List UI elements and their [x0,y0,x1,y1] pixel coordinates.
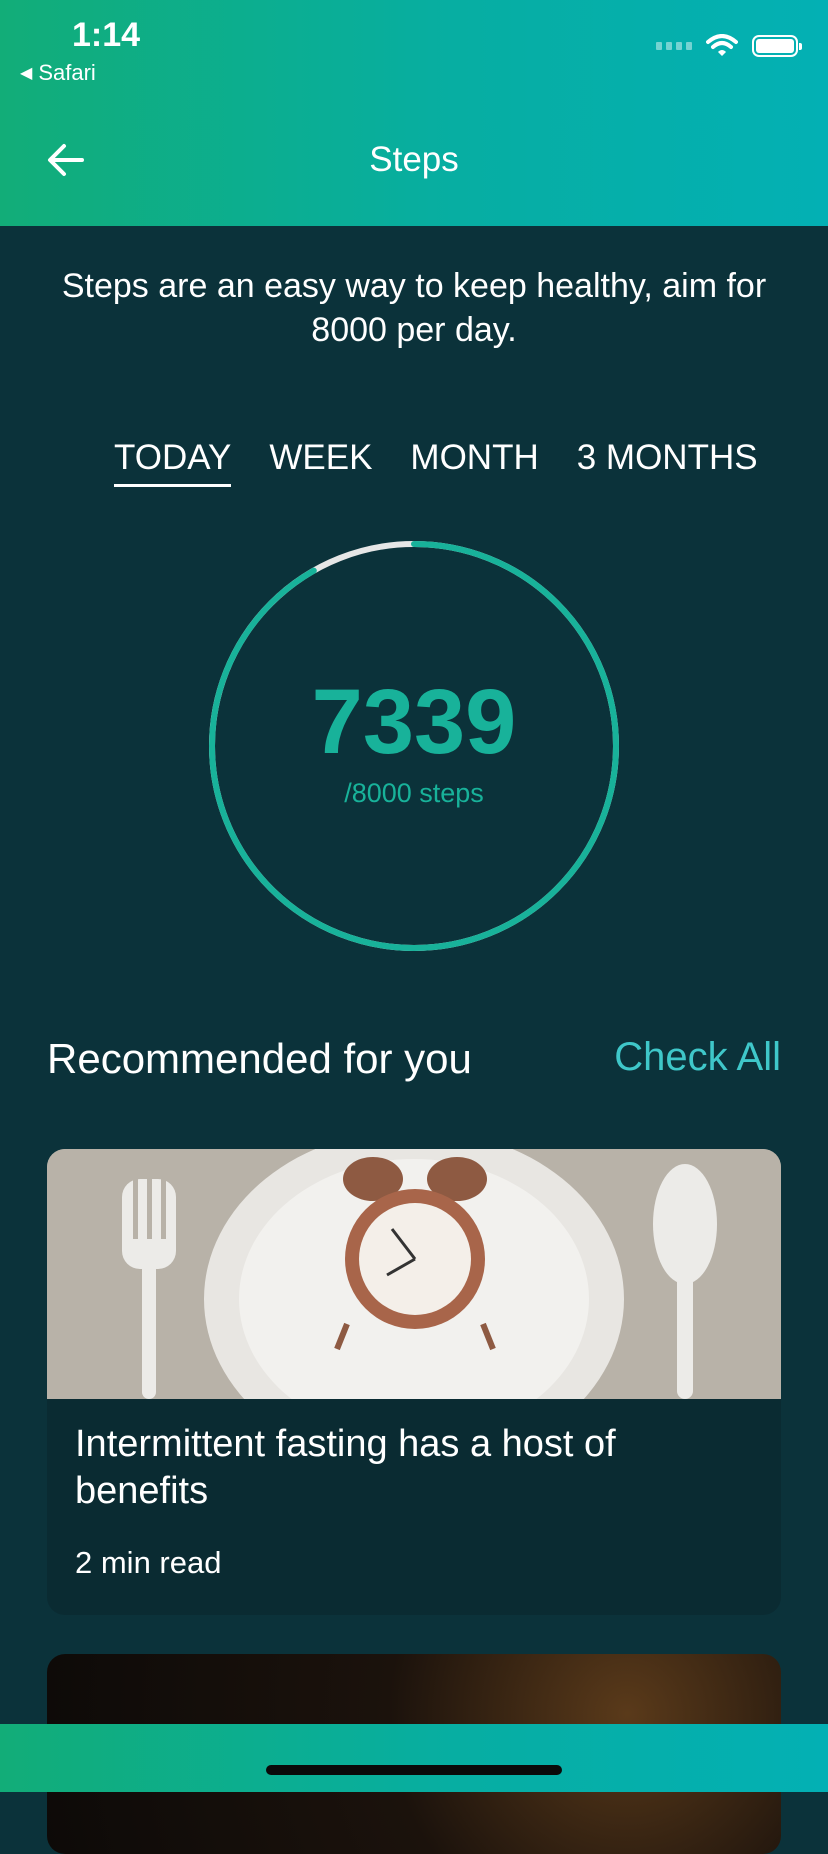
article-card[interactable]: Intermittent fasting has a host of benef… [47,1149,781,1615]
tab-month[interactable]: MONTH [410,438,538,487]
back-app-label: Safari [38,60,96,85]
back-triangle-icon: ◀ [20,65,33,82]
page-title: Steps [369,140,459,179]
tab-week[interactable]: WEEK [269,438,372,487]
home-indicator[interactable] [266,1765,562,1775]
article-read-time: 2 min read [75,1545,222,1580]
back-to-safari[interactable]: ◀ Safari [20,60,96,86]
status-time: 1:14 [72,16,141,54]
steps-count: 7339 [311,671,517,773]
wifi-icon [706,34,738,56]
article-title: Intermittent fasting has a host of benef… [75,1423,616,1512]
intro-text: Steps are an easy way to keep healthy, a… [61,267,767,349]
recommended-heading: Recommended for you [47,1035,472,1082]
app-header: 1:14 ◀ Safari Steps [0,0,828,226]
steps-goal: /8000 steps [344,778,484,808]
article-image [47,1149,781,1399]
status-icons [656,34,802,58]
cellular-signal-icon [656,42,692,50]
period-tabs: TODAY WEEK MONTH 3 MONTHS [114,438,758,487]
tab-3-months[interactable]: 3 MONTHS [577,438,758,487]
tab-today[interactable]: TODAY [114,438,232,487]
bottom-bar [0,1724,828,1792]
check-all-link[interactable]: Check All [614,1035,781,1080]
battery-icon [752,35,802,57]
